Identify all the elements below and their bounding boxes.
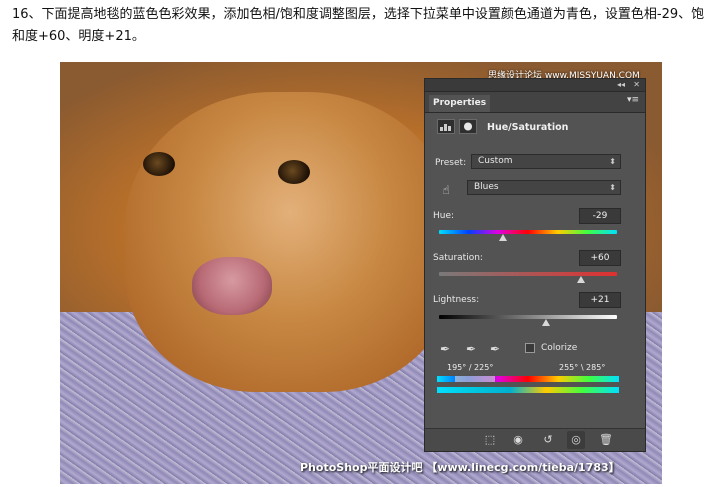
- preset-label: Preset:: [435, 158, 467, 168]
- watermark-bottom: PhotoShop平面设计吧 【www.linecg.com/tieba/178…: [300, 461, 620, 474]
- eyedropper-icon[interactable]: ✒: [437, 341, 453, 357]
- saturation-slider-track[interactable]: [439, 272, 617, 276]
- visibility-eye-icon[interactable]: ◎: [567, 431, 585, 449]
- channel-dropdown[interactable]: Blues ⬍: [467, 180, 621, 195]
- dog-left-eye: [143, 152, 175, 176]
- view-previous-icon[interactable]: ◉: [509, 431, 527, 449]
- preset-value: Custom: [478, 156, 513, 166]
- lightness-slider-track[interactable]: [439, 315, 617, 319]
- dog-face: [125, 92, 455, 392]
- dog-nose: [192, 257, 272, 315]
- colorize-checkbox[interactable]: [525, 343, 535, 353]
- layer-mask-icon[interactable]: [459, 119, 477, 134]
- panel-tabbar: Properties ▾≡: [425, 92, 645, 113]
- properties-panel: ◂◂ ✕ Properties ▾≡ Hue/Saturation Preset…: [424, 78, 646, 452]
- dog-right-eye: [278, 160, 310, 184]
- dropdown-arrow-icon: ⬍: [609, 157, 616, 166]
- saturation-value-field[interactable]: +60: [579, 250, 621, 266]
- lightness-value-field[interactable]: +21: [579, 292, 621, 308]
- channel-value: Blues: [474, 182, 499, 192]
- on-image-adjust-hand-icon[interactable]: ☝: [437, 182, 455, 198]
- clip-to-layer-icon[interactable]: ⬚: [481, 431, 499, 449]
- eyedropper-plus-icon[interactable]: ✒: [463, 341, 479, 357]
- adjustment-header: Hue/Saturation: [425, 113, 645, 139]
- panel-menu-icon[interactable]: ▾≡: [627, 95, 639, 105]
- preset-dropdown[interactable]: Custom ⬍: [471, 154, 621, 169]
- hue-value-field[interactable]: -29: [579, 208, 621, 224]
- close-icon[interactable]: ✕: [633, 79, 640, 91]
- reset-icon[interactable]: ↺: [539, 431, 557, 449]
- color-range-bar-input[interactable]: [437, 376, 619, 382]
- range-left-degrees: 195° / 225°: [447, 363, 494, 372]
- instruction-text: 16、下面提高地毯的蓝色色彩效果，添加色相/饱和度调整图层，选择下拉菜单中设置颜…: [12, 7, 705, 44]
- panel-title: Hue/Saturation: [487, 122, 569, 133]
- eyedropper-minus-icon[interactable]: ✒: [487, 341, 503, 357]
- color-range-bar-output: [437, 387, 619, 393]
- lightness-slider-thumb[interactable]: [541, 319, 550, 326]
- hue-slider-track[interactable]: [439, 230, 617, 234]
- panel-titlebar: ◂◂ ✕: [425, 79, 645, 92]
- hue-slider-thumb[interactable]: [499, 234, 508, 241]
- collapse-icon[interactable]: ◂◂: [617, 79, 625, 91]
- panel-footer: ⬚ ◉ ↺ ◎ 🗑: [425, 428, 645, 451]
- saturation-slider-thumb[interactable]: [577, 276, 586, 283]
- saturation-label: Saturation:: [433, 253, 483, 263]
- lightness-label: Lightness:: [433, 295, 480, 305]
- range-right-degrees: 255° \ 285°: [559, 363, 606, 372]
- tab-properties[interactable]: Properties: [429, 95, 491, 112]
- adjustment-layer-icon[interactable]: [437, 119, 455, 134]
- dropdown-arrow-icon: ⬍: [609, 183, 616, 192]
- hue-label: Hue:: [433, 211, 455, 221]
- colorize-label: Colorize: [541, 343, 578, 353]
- trash-icon[interactable]: 🗑: [597, 431, 615, 449]
- range-selection-highlight[interactable]: [455, 376, 495, 382]
